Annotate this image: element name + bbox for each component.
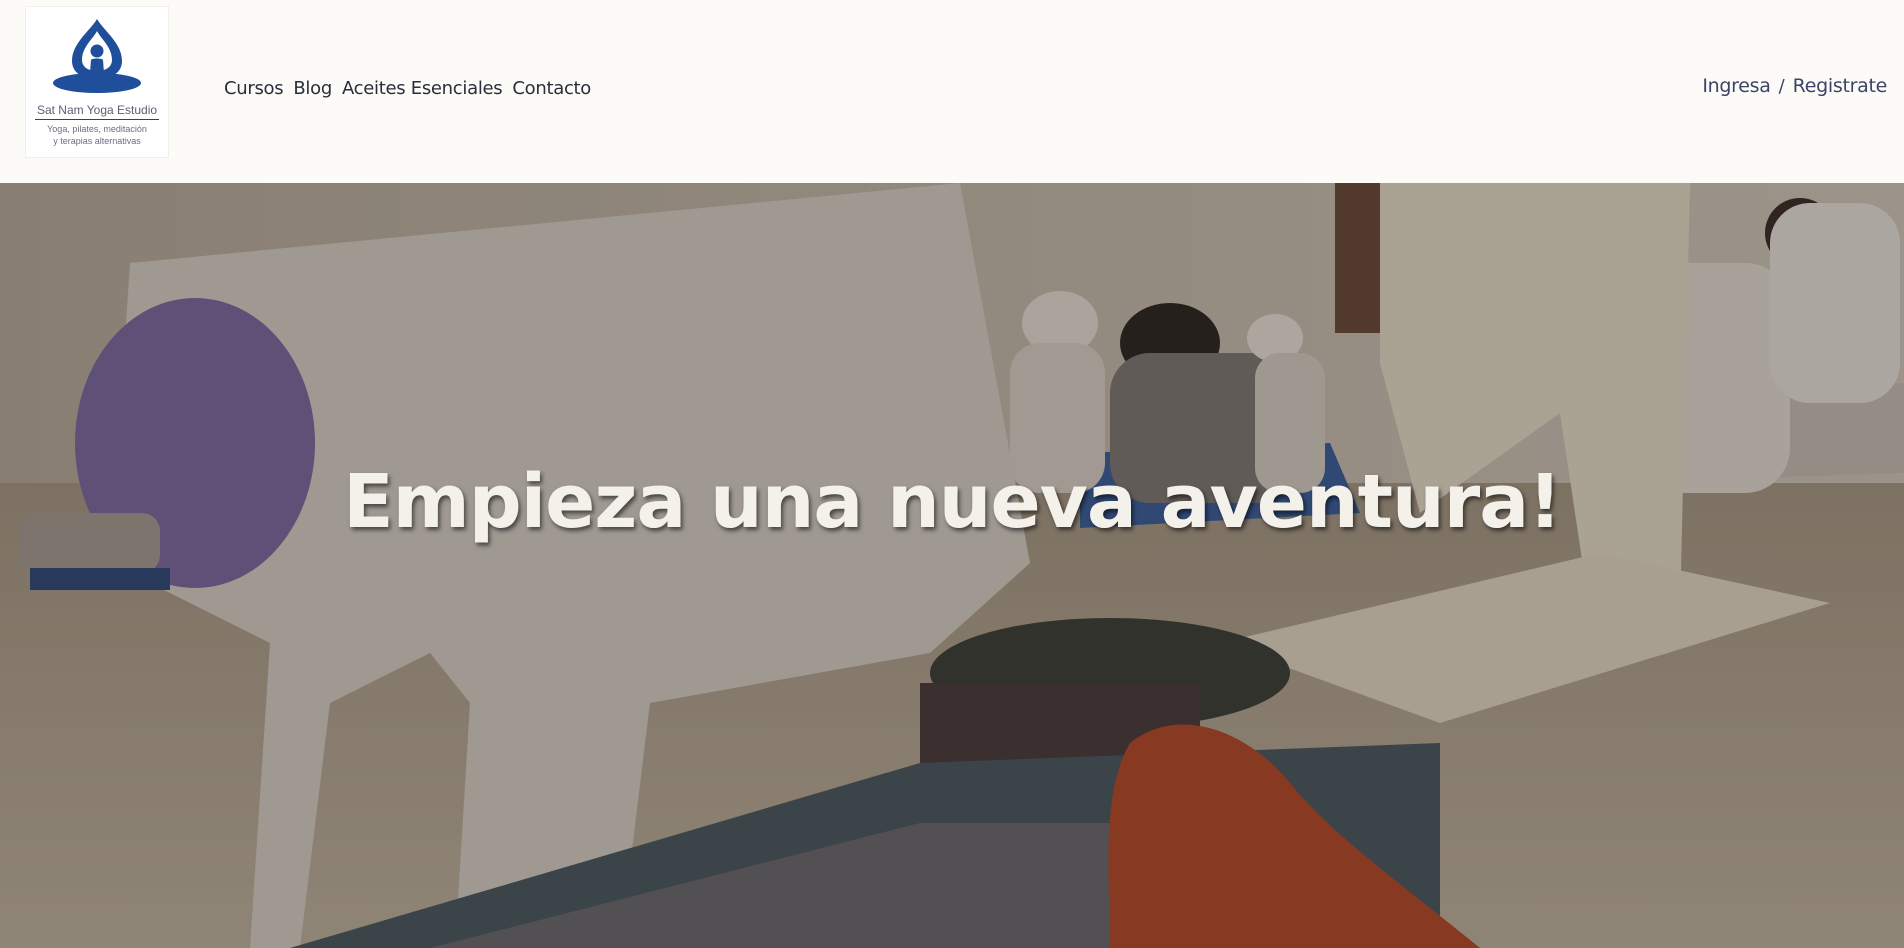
nav-item-contacto[interactable]: Contacto	[512, 78, 591, 99]
hero-banner: Empieza una nueva aventura!	[0, 183, 1904, 948]
hero-title: Empieza una nueva aventura!	[343, 459, 1562, 545]
login-link[interactable]: Ingresa	[1702, 75, 1771, 97]
auth-separator: /	[1778, 76, 1785, 97]
meditating-figure-icon	[53, 19, 141, 93]
site-header: Sat Nam Yoga Estudio Yoga, pilates, medi…	[0, 0, 1904, 183]
register-link[interactable]: Registrate	[1793, 75, 1888, 97]
brand-tagline-line1: Yoga, pilates, meditación	[47, 124, 147, 134]
nav-item-cursos[interactable]: Cursos	[224, 78, 284, 99]
brand-name: Sat Nam Yoga Estudio	[36, 103, 158, 117]
main-nav: Cursos Blog Aceites Esenciales Contacto	[224, 78, 591, 99]
brand-tagline-line2: y terapias alternativas	[53, 136, 141, 146]
site-logo[interactable]: Sat Nam Yoga Estudio Yoga, pilates, medi…	[25, 6, 169, 158]
auth-links: Ingresa / Registrate	[1702, 75, 1887, 97]
hero-dark-overlay	[0, 183, 1904, 948]
brand-tagline: Yoga, pilates, meditación y terapias alt…	[47, 123, 147, 147]
logo-divider	[35, 119, 159, 120]
nav-item-aceites-esenciales[interactable]: Aceites Esenciales	[342, 78, 503, 99]
nav-item-blog[interactable]: Blog	[293, 78, 332, 99]
